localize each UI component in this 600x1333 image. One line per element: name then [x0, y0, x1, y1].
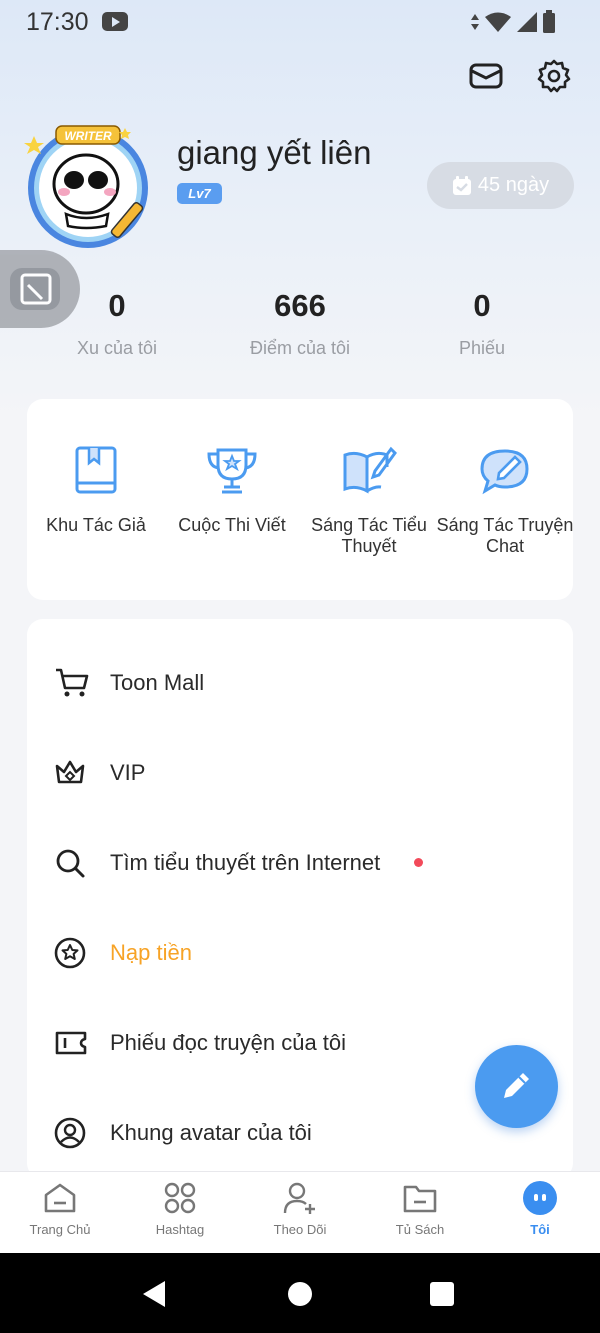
nav-label: Trang Chủ: [29, 1222, 91, 1237]
stat-tickets[interactable]: 0 Phiếu: [392, 288, 572, 359]
nav-label: Hashtag: [155, 1222, 205, 1237]
menu-label: Phiếu đọc truyện của tôi: [110, 1030, 347, 1055]
recents-icon[interactable]: [429, 1281, 455, 1307]
compose-fab-button[interactable]: [475, 1045, 558, 1128]
system-navigation-bar: [0, 1253, 600, 1333]
stat-coins[interactable]: 0 Xu của tôi: [27, 288, 207, 359]
wifi-icon: [485, 12, 511, 32]
status-bar: 17:30: [0, 0, 600, 46]
me-icon: [523, 1181, 557, 1215]
crown-icon: [55, 760, 85, 784]
username: giang yết liên: [177, 134, 372, 171]
chat-pen-icon: [480, 449, 529, 495]
ticket-icon: [55, 1031, 87, 1055]
menu-item-toon-mall[interactable]: Toon Mall: [27, 638, 573, 728]
back-icon[interactable]: [141, 1280, 167, 1308]
nav-label: Tủ Sách: [395, 1222, 445, 1237]
stat-label: Xu của tôi: [76, 338, 158, 358]
avatar-frame-icon: [54, 1117, 86, 1149]
status-time: 17:30: [26, 8, 89, 36]
creator-tools-card: Khu Tác Giả Cuộc Thi Viết Sáng Tác Tiểu …: [27, 399, 573, 600]
coin-star-icon: [54, 937, 86, 969]
header-actions: [468, 58, 572, 94]
tool-label: Cuộc Thi Viết: [178, 515, 286, 535]
book-icon: [75, 446, 117, 494]
menu-label: Toon Mall: [110, 670, 205, 695]
search-icon: [56, 849, 85, 878]
home-icon: [44, 1183, 76, 1213]
tool-writing-contest[interactable]: Cuộc Thi Viết: [162, 445, 302, 536]
stat-points[interactable]: 666 Điểm của tôi: [210, 288, 390, 359]
checkin-label: 45 ngày: [477, 174, 550, 196]
signal-icon: [517, 12, 537, 32]
bottom-navigation: Trang Chủ Hashtag Theo Dõi Tủ Sách Tôi: [0, 1171, 600, 1253]
avatar[interactable]: WRITER: [22, 122, 158, 254]
stat-value: 0: [108, 288, 126, 323]
nav-bookshelf[interactable]: Tủ Sách: [360, 1180, 480, 1237]
stat-label: Phiếu: [458, 338, 506, 358]
menu-label: Khung avatar của tôi: [110, 1120, 312, 1145]
nav-label: Theo Dõi: [273, 1222, 327, 1237]
tool-label: Khu Tác Giả: [46, 515, 146, 535]
status-icons: [470, 10, 556, 34]
gear-icon[interactable]: [536, 58, 572, 94]
tool-label: Sáng Tác Truyện Chat: [436, 515, 574, 556]
grid-icon: [164, 1182, 196, 1214]
nav-me[interactable]: Tôi: [480, 1180, 600, 1237]
menu-item-top-up[interactable]: Nạp tiền: [27, 908, 573, 998]
stat-label: Điểm của tôi: [249, 338, 351, 358]
follow-user-icon: [283, 1182, 315, 1214]
data-arrows-icon: [471, 14, 479, 30]
mail-icon[interactable]: [468, 58, 504, 94]
menu-label: VIP: [110, 760, 146, 785]
tool-chat-story[interactable]: Sáng Tác Truyện Chat: [435, 445, 575, 557]
open-book-pen-icon: [343, 446, 397, 494]
tool-novel-writing[interactable]: Sáng Tác Tiểu Thuyết: [299, 445, 439, 557]
cart-icon: [56, 668, 89, 697]
folder-icon: [403, 1185, 437, 1213]
calendar-check-icon: [452, 175, 471, 195]
tool-label: Sáng Tác Tiểu Thuyết: [311, 515, 427, 556]
nav-hashtag[interactable]: Hashtag: [120, 1180, 240, 1237]
checkin-button[interactable]: 45 ngày: [427, 162, 574, 209]
nav-following[interactable]: Theo Dõi: [240, 1180, 360, 1237]
stat-value: 666: [274, 288, 326, 323]
menu-item-vip[interactable]: VIP: [27, 728, 573, 818]
tool-author-area[interactable]: Khu Tác Giả: [26, 445, 166, 536]
menu-item-search-internet[interactable]: Tìm tiểu thuyết trên Internet: [27, 818, 573, 908]
youtube-notification-icon: [102, 12, 128, 31]
home-circle-icon[interactable]: [287, 1281, 313, 1307]
nav-home[interactable]: Trang Chủ: [0, 1180, 120, 1237]
avatar-badge: WRITER: [64, 129, 112, 143]
trophy-icon: [207, 448, 257, 494]
stats-row: 0 Xu của tôi 666 Điểm của tôi 0 Phiếu: [0, 288, 600, 368]
menu-label: Tìm tiểu thuyết trên Internet: [110, 850, 381, 875]
battery-icon: [543, 10, 555, 33]
stat-value: 0: [473, 288, 491, 323]
nav-label: Tôi: [530, 1222, 550, 1237]
pencil-icon: [504, 1073, 529, 1098]
level-badge: Lv7: [177, 183, 222, 204]
menu-label: Nạp tiền: [110, 940, 192, 965]
new-indicator-dot: [414, 858, 423, 867]
